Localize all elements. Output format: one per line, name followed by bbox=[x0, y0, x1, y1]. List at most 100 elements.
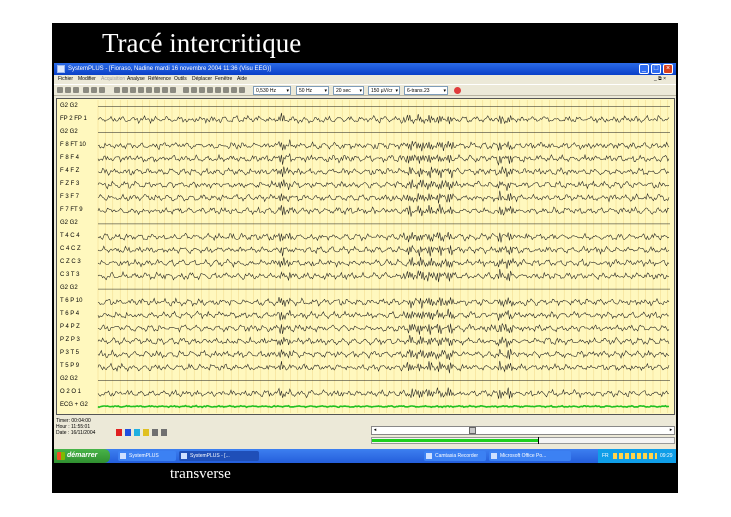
eeg-display[interactable]: G2 G2 FP 2 FP 1 G2 G2 F 8 FT 10 F 8 F 4 F 4 F… bbox=[56, 98, 675, 415]
chevron-down-icon: ▾ bbox=[443, 88, 446, 94]
marker-icon[interactable] bbox=[152, 429, 158, 436]
language-indicator[interactable]: FR bbox=[602, 449, 609, 463]
date-readout: Date : 16/11/2004 bbox=[56, 430, 96, 436]
slide: Tracé intercritique SystemPLUS - [Fioras… bbox=[52, 23, 678, 493]
channel-label: T 5 P 9 bbox=[60, 363, 80, 370]
first-page-icon[interactable] bbox=[114, 87, 120, 93]
paste-icon[interactable] bbox=[99, 87, 105, 93]
menu-reference[interactable]: Référence bbox=[148, 75, 171, 84]
mdi-controls[interactable]: _ ⧉ × bbox=[654, 75, 666, 84]
progress-marker bbox=[538, 437, 539, 444]
channel-label: G2 G2 bbox=[60, 128, 78, 135]
channel-label: G2 G2 bbox=[60, 102, 78, 109]
task-systemplus[interactable]: SystemPLUS bbox=[118, 451, 176, 461]
channel-label: G2 G2 bbox=[60, 376, 78, 383]
eeg-trace bbox=[97, 179, 670, 191]
pen-icon[interactable] bbox=[207, 87, 213, 93]
menu-fichier[interactable]: Fichier bbox=[58, 75, 73, 84]
play-back-icon[interactable] bbox=[138, 87, 144, 93]
lowpass-combo[interactable]: 50 Hz ▾ bbox=[296, 86, 329, 95]
channel-label: C 4 C Z bbox=[60, 245, 81, 252]
channel-label: P 3 T 5 bbox=[60, 350, 80, 357]
channel-label: C Z C 3 bbox=[60, 259, 81, 266]
play-icon[interactable] bbox=[146, 87, 152, 93]
channel-label: P Z P 3 bbox=[60, 337, 80, 344]
tray-icons[interactable] bbox=[613, 453, 657, 459]
red-flag-icon[interactable] bbox=[116, 429, 122, 436]
channel-label: C 3 T 3 bbox=[60, 272, 80, 279]
menu-aide[interactable]: Aide bbox=[237, 75, 247, 84]
stop-icon[interactable] bbox=[454, 87, 461, 94]
minimize-icon[interactable]: _ bbox=[639, 64, 649, 74]
zoom-icon[interactable] bbox=[199, 87, 205, 93]
record-icon[interactable] bbox=[183, 87, 189, 93]
copy-icon[interactable] bbox=[91, 87, 97, 93]
filter-combo[interactable]: 0,530 Hz ▾ bbox=[253, 86, 291, 95]
camera-icon[interactable] bbox=[191, 87, 197, 93]
channel-label: T 4 C 4 bbox=[60, 232, 80, 239]
last-page-icon[interactable] bbox=[170, 87, 176, 93]
start-button[interactable]: démarrer bbox=[54, 449, 110, 463]
maximize-icon[interactable]: □ bbox=[651, 64, 661, 74]
eeg-trace bbox=[97, 203, 670, 217]
eeg-trace bbox=[97, 166, 670, 179]
eeg-trace bbox=[97, 139, 670, 152]
scroll-thumb[interactable] bbox=[469, 427, 477, 434]
save-icon[interactable] bbox=[65, 87, 71, 93]
windows-logo-icon bbox=[57, 452, 65, 460]
window-titlebar[interactable]: SystemPLUS - [Fioraso, Nadine mardi 16 n… bbox=[54, 63, 676, 75]
task-systemplus-window[interactable]: SystemPLUS - [... bbox=[179, 451, 259, 461]
eeg-trace bbox=[97, 268, 670, 283]
eeg-trace bbox=[97, 244, 670, 257]
toolbar: 0,530 Hz ▾ 50 Hz ▾ 20 sec ▾ 150 µV/cr ▾ 6-tr… bbox=[54, 84, 676, 96]
menubar: Fichier Modifier Acquisition Analyse Réf… bbox=[54, 75, 676, 84]
channel-label: ECG + G2 bbox=[60, 402, 88, 409]
eeg-trace bbox=[97, 334, 670, 348]
scroll-left-icon[interactable]: ◂ bbox=[372, 427, 378, 434]
menu-outils[interactable]: Outils bbox=[174, 75, 187, 84]
timebase-combo[interactable]: 20 sec ▾ bbox=[333, 86, 364, 95]
cut-icon[interactable] bbox=[83, 87, 89, 93]
back-icon[interactable] bbox=[130, 87, 136, 93]
menu-fenetre[interactable]: Fenêtre bbox=[215, 75, 232, 84]
open-icon[interactable] bbox=[57, 87, 63, 93]
eeg-trace bbox=[97, 348, 670, 361]
settings-icon[interactable] bbox=[231, 87, 237, 93]
menu-analyse[interactable]: Analyse bbox=[127, 75, 145, 84]
chevron-down-icon: ▾ bbox=[286, 88, 289, 94]
yellow-flag-icon[interactable] bbox=[143, 429, 149, 436]
print-icon[interactable] bbox=[73, 87, 79, 93]
channel-label: FP 2 FP 1 bbox=[60, 115, 87, 122]
eeg-trace bbox=[97, 112, 670, 125]
forward-icon[interactable] bbox=[154, 87, 160, 93]
grid-icon[interactable] bbox=[215, 87, 221, 93]
slide-caption: transverse bbox=[170, 466, 231, 482]
eeg-trace bbox=[97, 232, 670, 243]
channel-label: F 8 F 4 bbox=[60, 154, 80, 161]
fast-forward-icon[interactable] bbox=[162, 87, 168, 93]
fast-back-icon[interactable] bbox=[122, 87, 128, 93]
gain-combo[interactable]: 150 µV/cr ▾ bbox=[368, 86, 400, 95]
chevron-down-icon: ▾ bbox=[359, 88, 362, 94]
task-powerpoint[interactable]: Microsoft Office Po... bbox=[489, 451, 571, 461]
eeg-trace bbox=[97, 360, 670, 374]
close-icon[interactable]: × bbox=[663, 64, 673, 74]
time-scrollbar[interactable] bbox=[371, 426, 675, 435]
systemplus-app-icon[interactable] bbox=[57, 65, 65, 73]
task-camtasia[interactable]: Camtasia Recorder bbox=[424, 451, 486, 461]
info-icon[interactable] bbox=[239, 87, 245, 93]
montage-combo[interactable]: 6-trans.23 ▾ bbox=[404, 86, 448, 95]
menu-acquisition: Acquisition bbox=[101, 76, 126, 82]
menu-modifier[interactable]: Modifier bbox=[78, 75, 96, 84]
hand-icon[interactable] bbox=[161, 429, 167, 436]
report-icon[interactable] bbox=[223, 87, 229, 93]
window-title: SystemPLUS - [Fioraso, Nadine mardi 16 n… bbox=[68, 66, 271, 72]
eeg-trace bbox=[97, 152, 670, 166]
menu-deplacer[interactable]: Déplacer bbox=[192, 75, 212, 84]
chevron-down-icon: ▾ bbox=[324, 88, 327, 94]
channel-label: T 6 P 4 bbox=[60, 311, 80, 318]
cyan-flag-icon[interactable] bbox=[134, 429, 140, 436]
scroll-right-icon[interactable]: ▸ bbox=[668, 427, 674, 434]
blue-flag-icon[interactable] bbox=[125, 429, 131, 436]
taskbar: démarrer SystemPLUS SystemPLUS - [... Ca… bbox=[54, 449, 676, 463]
